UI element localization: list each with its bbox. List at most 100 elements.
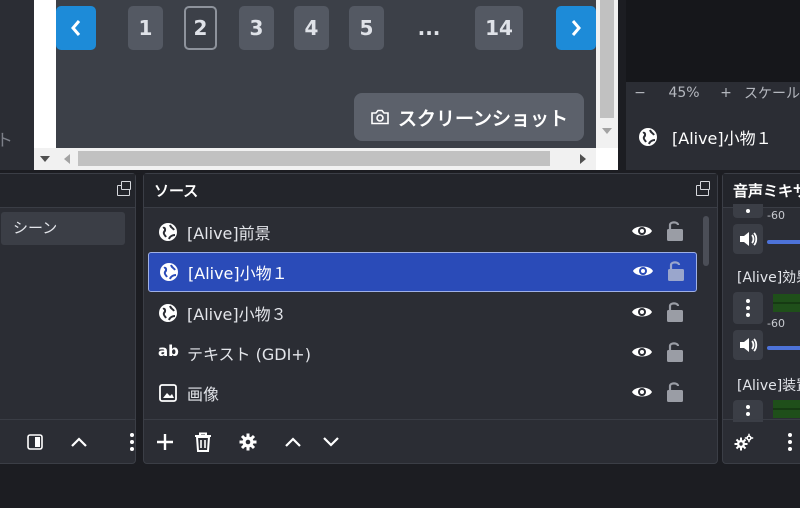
track-name: [Alive]装置 — [737, 378, 800, 394]
pager-page-4[interactable]: 4 — [294, 6, 329, 50]
pager-ellipsis: ... — [417, 16, 441, 40]
more-icon — [746, 209, 750, 213]
volume-slider[interactable] — [767, 346, 800, 350]
vertical-scrollbar[interactable] — [596, 0, 618, 148]
speaker-icon — [740, 338, 758, 352]
sources-scrollbar[interactable] — [702, 212, 710, 422]
chevron-down-icon — [323, 437, 339, 447]
level-meter — [773, 400, 800, 418]
undock-icon[interactable] — [696, 181, 710, 196]
source-item[interactable]: ab テキスト (GDI+) — [148, 334, 697, 372]
source-item-label: [Alive]小物１ — [188, 264, 288, 283]
gear-icon — [239, 433, 257, 451]
scroll-right-arrow-icon[interactable] — [580, 154, 586, 164]
chevron-right-icon — [571, 20, 581, 36]
meter-scale-label: -60 — [767, 317, 785, 330]
lock-icon[interactable] — [667, 260, 685, 282]
source-item[interactable]: [Alive]小物３ — [148, 294, 697, 332]
source-properties-button[interactable] — [237, 431, 259, 453]
browser-source-view: 1 2 3 4 5 ... 14 スクリーンショット — [34, 0, 618, 170]
more-icon — [746, 405, 750, 416]
source-item-label: [Alive]小物３ — [187, 305, 287, 324]
source-item[interactable]: [Alive]前景 — [148, 213, 697, 251]
mute-button[interactable] — [733, 224, 763, 254]
screenshot-button[interactable]: スクリーンショット — [354, 93, 584, 141]
eye-icon[interactable] — [631, 384, 653, 400]
horizontal-scrollbar[interactable] — [34, 148, 596, 170]
source-item-label: 画像 — [187, 385, 220, 404]
move-up-icon[interactable] — [69, 432, 89, 452]
pager-prev-button[interactable] — [56, 6, 96, 50]
scroll-down-arrow-icon[interactable] — [602, 128, 612, 134]
pager-page-5[interactable]: 5 — [349, 6, 384, 50]
dropdown-arrow-icon[interactable] — [40, 156, 50, 162]
pager-page-2[interactable]: 2 — [184, 6, 217, 50]
gears-icon — [734, 433, 754, 451]
eye-icon[interactable] — [631, 304, 653, 320]
speaker-icon — [740, 232, 758, 246]
scenes-dock: シーン — [0, 173, 136, 464]
lock-icon[interactable] — [666, 341, 684, 363]
preview-canvas — [626, 0, 800, 82]
move-down-button[interactable] — [320, 431, 342, 453]
zoom-in-button[interactable]: + — [714, 85, 738, 101]
mixer-toolbar — [723, 419, 800, 463]
pager-page-3[interactable]: 3 — [239, 6, 274, 50]
selected-source-name: [Alive]小物１ — [672, 129, 772, 148]
source-item[interactable]: 画像 — [148, 374, 697, 412]
sources-dock-title: ソース — [144, 174, 717, 208]
source-item-label: テキスト (GDI+) — [187, 345, 311, 364]
more-icon — [746, 299, 750, 317]
sources-dock: ソース [Alive]前景 [Alive]小物１ [Alive]小物３ ab テ… — [143, 173, 718, 464]
selected-source-bar: [Alive]小物１ — [626, 104, 800, 170]
plus-icon — [157, 434, 173, 450]
mute-button[interactable] — [733, 330, 763, 360]
image-icon — [159, 384, 177, 402]
sources-title-label: ソース — [154, 182, 199, 200]
scrollbar-thumb[interactable] — [703, 216, 709, 266]
level-meter — [773, 294, 800, 312]
mixer-menu-button[interactable] — [785, 431, 795, 453]
globe-icon — [160, 263, 178, 281]
cut-off-label: ト — [0, 131, 13, 151]
more-icon[interactable] — [127, 432, 137, 452]
eye-icon[interactable] — [631, 223, 653, 239]
advanced-audio-button[interactable] — [733, 431, 755, 453]
source-item-selected[interactable]: [Alive]小物１ — [148, 252, 697, 292]
mixer-dock-title: 音声ミキサ — [723, 174, 800, 208]
chevron-left-icon — [71, 20, 81, 36]
pager-page-1[interactable]: 1 — [128, 6, 163, 50]
lock-icon[interactable] — [666, 220, 684, 242]
source-item-label: [Alive]前景 — [187, 224, 271, 243]
volume-slider[interactable] — [767, 240, 800, 244]
scrollbar-thumb[interactable] — [78, 151, 550, 166]
track-menu-button[interactable] — [733, 292, 763, 324]
left-panel-fragment: ト — [0, 0, 34, 170]
filter-icon[interactable] — [25, 432, 45, 452]
add-source-button[interactable] — [154, 431, 176, 453]
eye-icon[interactable] — [631, 344, 653, 360]
move-up-button[interactable] — [282, 431, 304, 453]
scroll-left-arrow-icon[interactable] — [64, 154, 70, 164]
scrollbar-thumb[interactable] — [600, 0, 614, 118]
audio-mixer-dock: 音声ミキサ -60 [Alive]効果 -60 [Alive]装置 — [722, 173, 800, 464]
pager-page-last[interactable]: 14 — [475, 6, 523, 50]
meter-scale-label: -60 — [767, 209, 785, 222]
eye-icon[interactable] — [632, 263, 654, 279]
undock-icon[interactable] — [117, 181, 131, 196]
lock-icon[interactable] — [666, 381, 684, 403]
globe-icon — [159, 223, 177, 241]
lock-icon[interactable] — [666, 301, 684, 323]
chevron-up-icon — [285, 437, 301, 447]
globe-icon — [639, 128, 657, 146]
mixer-title-label: 音声ミキサ — [733, 182, 800, 200]
scene-list-item[interactable]: シーン — [1, 212, 125, 245]
screenshot-button-label: スクリーンショット — [397, 107, 569, 130]
pager-next-button[interactable] — [556, 6, 596, 50]
scale-label[interactable]: スケール — [738, 83, 800, 103]
scenes-toolbar — [0, 419, 135, 463]
track-menu-button[interactable] — [733, 204, 763, 218]
globe-icon — [159, 304, 177, 322]
remove-source-button[interactable] — [192, 431, 214, 453]
zoom-out-button[interactable]: − — [626, 85, 654, 101]
